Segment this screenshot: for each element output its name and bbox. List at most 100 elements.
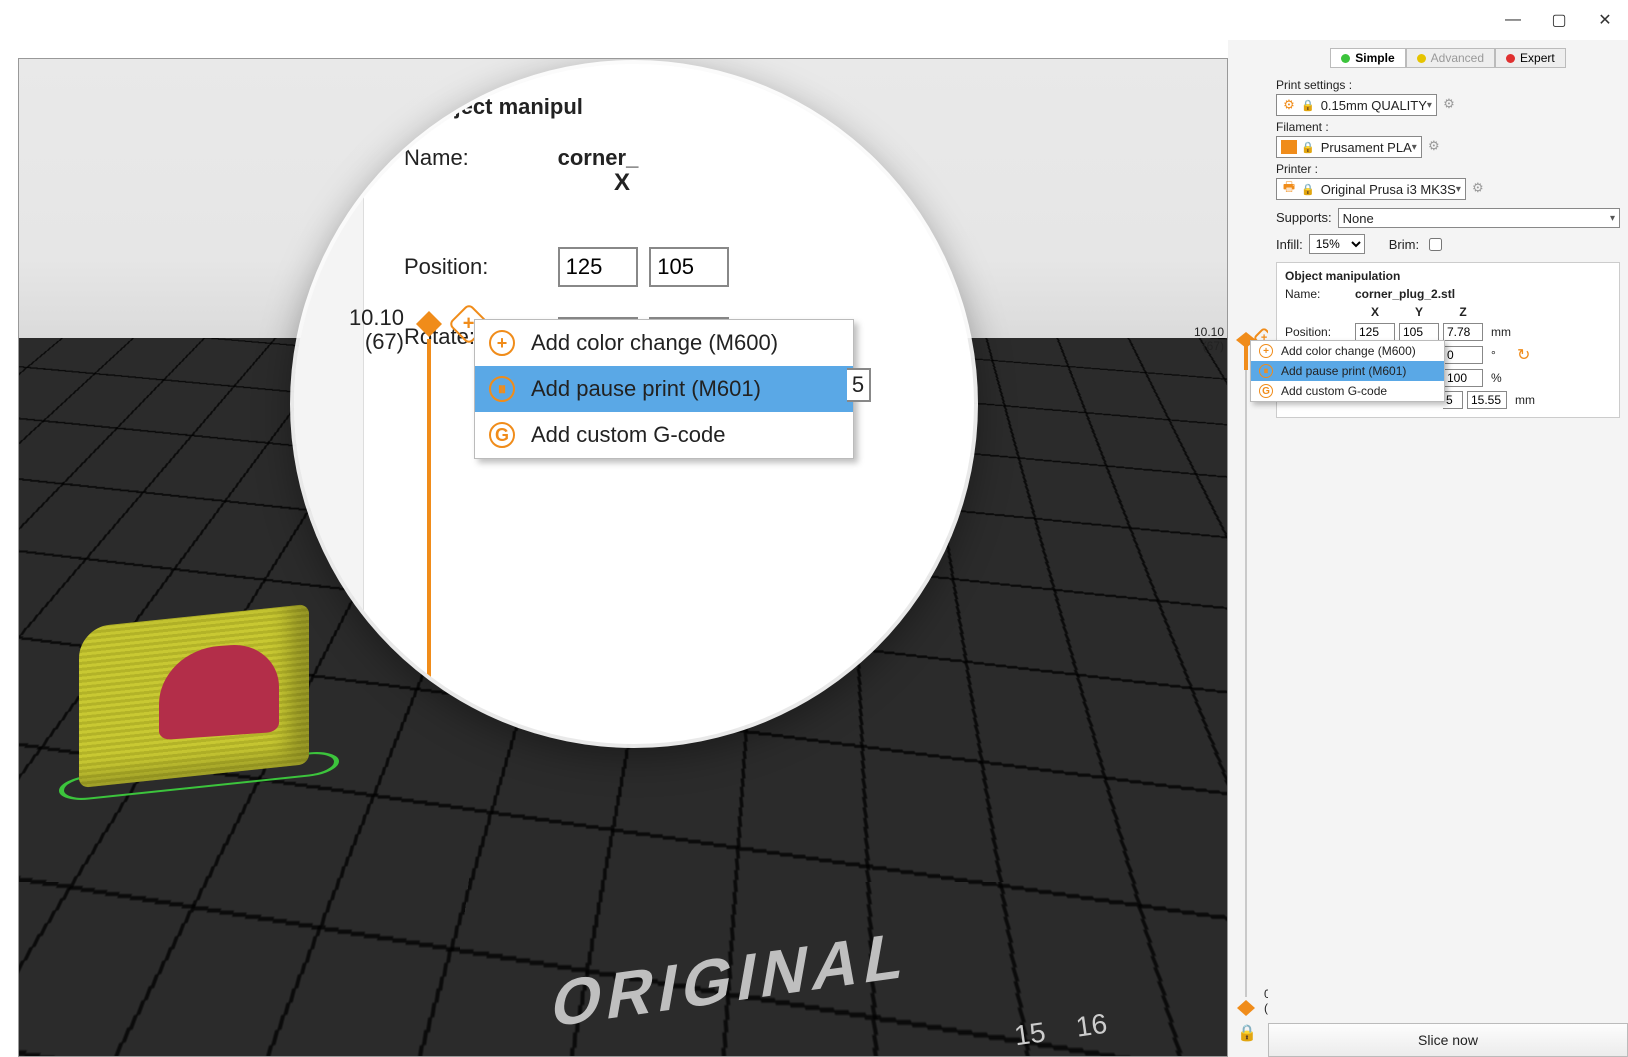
printer-dropdown[interactable]: 🖶 🔒 Original Prusa i3 MK3S ▾ — [1276, 178, 1466, 200]
zoom-context-menu: + Add color change (M600) ⏸ Add pause pr… — [474, 319, 854, 459]
position-x-input[interactable] — [1355, 323, 1395, 341]
gear-icon: ⚙ — [1281, 98, 1297, 112]
manip-name-value: corner_plug_2.stl — [1355, 287, 1455, 301]
menu-pause-label: Add pause print (M601) — [1281, 364, 1406, 378]
printer-value: Original Prusa i3 MK3S — [1321, 182, 1456, 197]
pause-circle-icon: ⏸ — [489, 376, 515, 402]
slice-now-label: Slice now — [1418, 1032, 1478, 1048]
scale-z-input[interactable] — [1443, 369, 1483, 387]
rotate-reset-icon[interactable]: ↻ — [1517, 345, 1530, 365]
zoom-layer-handle-icon[interactable] — [414, 309, 444, 339]
size-z-input[interactable] — [1467, 391, 1507, 409]
g-circle-icon: G — [1259, 384, 1273, 398]
mode-tabs: Simple Advanced Expert — [1276, 48, 1620, 68]
print-settings-label: Print settings : — [1276, 78, 1620, 92]
print-settings-dropdown[interactable]: ⚙ 🔒 0.15mm QUALITY ▾ — [1276, 94, 1437, 116]
filament-value: Prusament PLA — [1321, 140, 1412, 155]
zoom-peek-input: 5 — [847, 368, 871, 402]
pause-circle-icon: ⏸ — [1259, 364, 1273, 378]
chevron-down-icon: ▾ — [1412, 142, 1417, 153]
supports-label: Supports: — [1276, 210, 1332, 225]
zoom-menu-color-label: Add color change (M600) — [531, 330, 778, 356]
green-dot-icon — [1341, 54, 1350, 63]
zoom-name-value: corner_ — [558, 145, 639, 170]
chevron-down-icon: ▾ — [1456, 184, 1461, 195]
zoom-menu-gcode-label: Add custom G-code — [531, 422, 725, 448]
zoom-menu-color-change[interactable]: + Add color change (M600) — [475, 320, 853, 366]
zoom-menu-pause-print[interactable]: ⏸ Add pause print (M601) — [475, 366, 853, 412]
brim-label: Brim: — [1389, 237, 1419, 252]
mode-expert-button[interactable]: Expert — [1495, 48, 1566, 68]
slice-now-button[interactable]: Slice now — [1268, 1023, 1628, 1057]
supports-value: None — [1343, 211, 1610, 226]
mode-advanced-button[interactable]: Advanced — [1406, 48, 1495, 68]
mode-simple-button[interactable]: Simple — [1330, 48, 1405, 68]
yellow-dot-icon — [1417, 54, 1426, 63]
print-settings-edit-icon[interactable]: ⚙ — [1441, 96, 1457, 112]
infill-label: Infill: — [1276, 237, 1303, 252]
window-minimize-button[interactable]: — — [1490, 0, 1536, 40]
zoom-position-y-input[interactable] — [649, 247, 729, 287]
filament-label: Filament : — [1276, 120, 1620, 134]
layer-bottom-handle[interactable] — [1236, 999, 1256, 1017]
zoom-magnifier: Object manipul Name: corner_ X Position:… — [294, 64, 974, 744]
zoom-position-x-input[interactable] — [558, 247, 638, 287]
window-maximize-button[interactable]: ▢ — [1536, 0, 1582, 40]
layer-context-menu: + Add color change (M600) ⏸ Add pause pr… — [1250, 340, 1445, 402]
zoom-x-header: X — [614, 169, 630, 197]
plus-circle-icon: + — [489, 330, 515, 356]
zoom-layer-value: 10.10(67) — [334, 306, 404, 354]
supports-dropdown[interactable]: None ▾ — [1338, 208, 1620, 228]
infill-select[interactable]: 15% — [1309, 234, 1365, 254]
lock-icon: 🔒 — [1301, 183, 1315, 196]
plus-circle-icon: + — [1259, 344, 1273, 358]
size-unit: mm — [1511, 393, 1537, 407]
menu-color-change[interactable]: + Add color change (M600) — [1251, 341, 1444, 361]
filament-dropdown[interactable]: 🔒 Prusament PLA ▾ — [1276, 136, 1422, 158]
printer-edit-icon[interactable]: ⚙ — [1470, 180, 1486, 196]
g-circle-icon: G — [489, 422, 515, 448]
manip-name-label: Name: — [1285, 287, 1351, 301]
filament-edit-icon[interactable]: ⚙ — [1426, 138, 1442, 154]
lock-icon: 🔒 — [1301, 99, 1315, 112]
menu-custom-gcode[interactable]: G Add custom G-code — [1251, 381, 1444, 401]
chevron-down-icon: ▾ — [1610, 213, 1615, 224]
model-preview[interactable] — [59, 596, 329, 796]
filament-color-swatch[interactable] — [1281, 140, 1297, 154]
zoom-group-title: Object manipul — [424, 94, 934, 120]
brim-checkbox[interactable] — [1429, 238, 1442, 251]
manip-x-header: X — [1355, 305, 1395, 319]
lock-icon: 🔒 — [1301, 141, 1315, 154]
layer-slider-column: 10.10(67) + 0.20(1) 🔒 — [1228, 40, 1268, 1057]
printer-icon: 🖶 — [1281, 182, 1297, 196]
position-y-input[interactable] — [1399, 323, 1439, 341]
position-unit: mm — [1487, 325, 1513, 339]
red-dot-icon — [1506, 54, 1515, 63]
print-settings-value: 0.15mm QUALITY — [1321, 98, 1427, 113]
manip-title: Object manipulation — [1285, 269, 1611, 283]
menu-gcode-label: Add custom G-code — [1281, 384, 1387, 398]
layer-top-value: 10.10(67) — [1194, 325, 1224, 353]
zoom-sidebar — [294, 64, 364, 744]
zoom-name-label: Name: — [404, 145, 554, 171]
menu-pause-print[interactable]: ⏸ Add pause print (M601) — [1251, 361, 1444, 381]
chevron-down-icon: ▾ — [1427, 100, 1432, 111]
window-close-button[interactable]: ✕ — [1582, 0, 1628, 40]
manip-z-header: Z — [1443, 305, 1483, 319]
size-y-peek-input[interactable] — [1443, 391, 1463, 409]
rotate-unit: ° — [1487, 348, 1513, 362]
title-bar: — ▢ ✕ — [0, 0, 1628, 40]
layer-slider-track[interactable] — [1245, 340, 1247, 997]
viewport-3d[interactable]: ORIGINAL 15 16 Object manipul Name: corn… — [18, 58, 1228, 1057]
zoom-menu-pause-label: Add pause print (M601) — [531, 376, 761, 402]
zoom-position-label: Position: — [404, 254, 554, 280]
rotate-z-input[interactable] — [1443, 346, 1483, 364]
right-panel: Simple Advanced Expert Print settings : … — [1268, 40, 1628, 1057]
menu-color-label: Add color change (M600) — [1281, 344, 1416, 358]
zoom-layer-track[interactable] — [427, 339, 431, 739]
printer-label: Printer : — [1276, 162, 1620, 176]
position-z-input[interactable] — [1443, 323, 1483, 341]
zoom-menu-custom-gcode[interactable]: G Add custom G-code — [475, 412, 853, 458]
layer-lock-icon[interactable]: 🔒 — [1237, 1023, 1257, 1043]
manip-y-header: Y — [1399, 305, 1439, 319]
